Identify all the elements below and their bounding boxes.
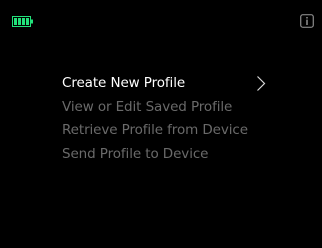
menu-item-label: Send Profile to Device	[62, 145, 209, 162]
menu-item-send-profile-to-device[interactable]: Send Profile to Device	[62, 143, 312, 167]
menu-item-label: View or Edit Saved Profile	[62, 98, 233, 115]
profile-menu: Create New Profile View or Edit Saved Pr…	[62, 72, 312, 166]
info-icon[interactable]	[300, 14, 314, 28]
menu-item-label: Retrieve Profile from Device	[62, 122, 248, 138]
menu-item-view-edit-saved-profile[interactable]: View or Edit Saved Profile	[62, 96, 312, 120]
menu-item-label: Create New Profile	[62, 75, 186, 91]
device-screen: Create New Profile View or Edit Saved Pr…	[0, 0, 322, 248]
battery-full-icon	[12, 16, 33, 27]
chevron-right-icon	[257, 76, 266, 91]
menu-item-create-new-profile[interactable]: Create New Profile	[62, 72, 312, 96]
menu-item-retrieve-profile-from-device[interactable]: Retrieve Profile from Device	[62, 119, 312, 143]
